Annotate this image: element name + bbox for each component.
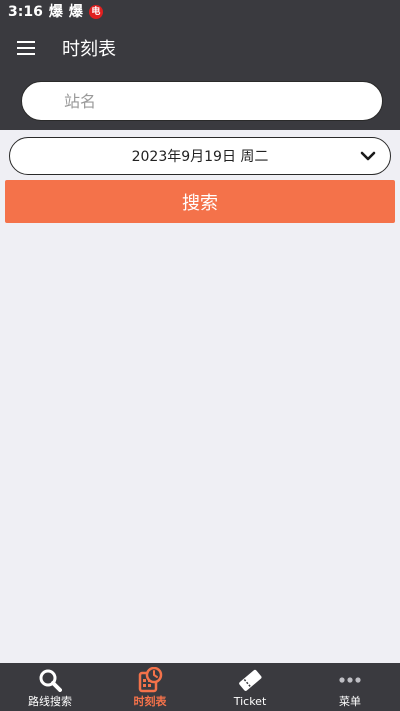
nav-label: 路线搜索: [28, 695, 72, 708]
nav-item-timetable[interactable]: 时刻表: [100, 663, 200, 711]
nav-label: 时刻表: [133, 695, 167, 708]
nav-label: Ticket: [233, 695, 267, 708]
station-search-input[interactable]: [21, 81, 383, 121]
status-time: 3:16: [8, 4, 43, 20]
app-bar: 时刻表: [0, 24, 400, 72]
date-selector[interactable]: 2023年9月19日 周二: [9, 137, 391, 175]
chevron-down-icon: [360, 151, 376, 161]
timetable-icon: [137, 667, 163, 693]
search-band: [0, 72, 400, 130]
status-bar: 3:16 爆 爆 电: [0, 0, 400, 24]
page-title: 时刻表: [62, 39, 116, 60]
hamburger-icon: [17, 41, 35, 55]
notification-icon: 电: [88, 5, 103, 19]
nav-item-route-search[interactable]: 路线搜索: [0, 663, 100, 711]
ticket-icon: [237, 667, 263, 693]
notification-icon: 爆: [68, 4, 83, 20]
search-icon: [37, 667, 63, 693]
more-icon: [337, 667, 363, 693]
nav-item-menu[interactable]: 菜单: [300, 663, 400, 711]
bottom-nav: 路线搜索 时刻表 Ticket 菜单: [0, 663, 400, 711]
search-button[interactable]: 搜索: [5, 180, 395, 223]
nav-item-ticket[interactable]: Ticket: [200, 663, 300, 711]
notification-icon: 爆: [48, 4, 63, 20]
menu-button[interactable]: [0, 24, 52, 72]
date-value: 2023年9月19日 周二: [131, 149, 269, 165]
nav-label: 菜单: [339, 695, 361, 708]
